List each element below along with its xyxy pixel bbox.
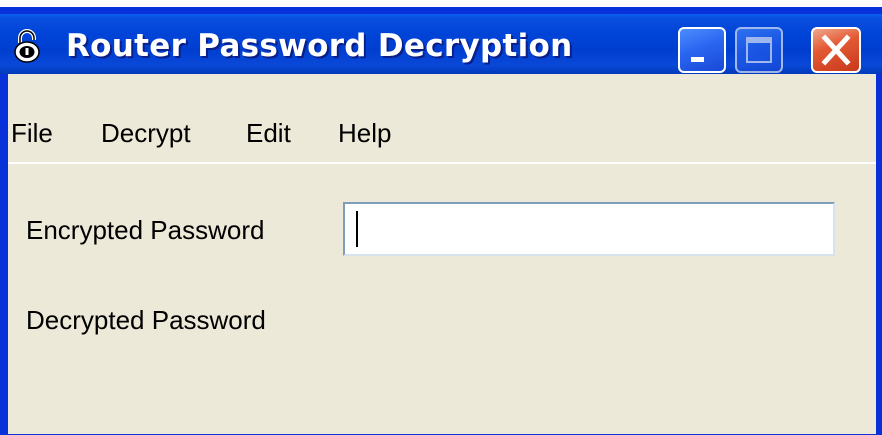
app-window: Router Password Decryption File Decrypt … [0,0,882,435]
menu-bar: File Decrypt Edit Help [8,74,876,164]
maximize-button[interactable] [735,27,783,73]
close-button[interactable] [811,27,861,73]
encrypted-password-input[interactable] [343,202,835,256]
title-bar[interactable]: Router Password Decryption [0,14,882,74]
maximize-icon [746,37,772,63]
padlock-icon [12,29,42,63]
close-icon [821,34,851,66]
minimize-icon [691,57,704,62]
decrypted-password-label: Decrypted Password [26,305,266,335]
text-caret [356,211,358,247]
menu-decrypt[interactable]: Decrypt [101,117,191,149]
window-title: Router Password Decryption [66,28,573,64]
menu-help[interactable]: Help [338,117,391,149]
client-area: File Decrypt Edit Help Encrypted Passwor… [8,74,876,434]
encrypted-password-field-wrap [343,202,835,256]
minimize-button[interactable] [678,27,726,73]
encrypted-password-label: Encrypted Password [26,215,265,245]
menu-edit[interactable]: Edit [246,117,291,149]
menu-file[interactable]: File [11,117,53,149]
